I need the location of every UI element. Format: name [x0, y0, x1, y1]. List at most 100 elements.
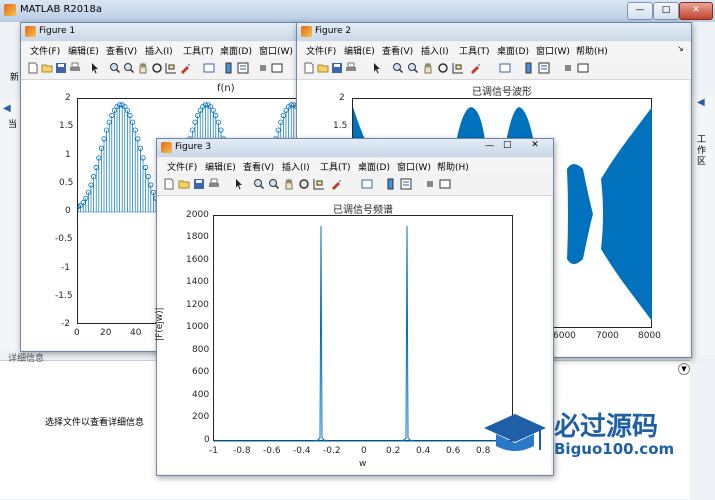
- workspace-panel-strip[interactable]: ◀ 工作区: [690, 95, 715, 355]
- menu-edit[interactable]: 编辑(E): [205, 160, 236, 173]
- dock-arrow-icon[interactable]: ↘: [677, 44, 684, 53]
- menu-window[interactable]: 窗口(W): [536, 44, 570, 57]
- data-cursor-icon[interactable]: [313, 178, 325, 190]
- save-icon[interactable]: [55, 62, 67, 74]
- menu-help[interactable]: 帮助(H): [437, 160, 469, 173]
- show-plot-tools-icon[interactable]: [271, 62, 283, 74]
- maximize-button[interactable]: □: [653, 2, 679, 20]
- x-tick: 0: [74, 328, 80, 338]
- legend-icon[interactable]: [237, 62, 249, 74]
- rotate-icon[interactable]: [151, 62, 163, 74]
- hide-plot-tools-icon[interactable]: [257, 62, 269, 74]
- pointer-icon[interactable]: [89, 62, 101, 74]
- y-tick: 1000: [186, 322, 209, 332]
- menu-file[interactable]: 文件(F): [30, 44, 60, 57]
- rotate-icon[interactable]: [298, 178, 310, 190]
- print-icon[interactable]: [345, 62, 357, 74]
- open-file-icon[interactable]: [178, 178, 190, 190]
- x-tick: -0.8: [233, 446, 251, 456]
- back-arrow-icon[interactable]: ◀: [3, 103, 11, 114]
- menu-view[interactable]: 查看(V): [243, 160, 274, 173]
- pan-icon[interactable]: [137, 62, 149, 74]
- y-tick: 200: [192, 412, 210, 422]
- link-plot-icon[interactable]: [203, 62, 215, 74]
- print-icon[interactable]: [69, 62, 81, 74]
- save-icon[interactable]: [331, 62, 343, 74]
- figure-2-title-bar: Figure 2: [297, 23, 691, 41]
- show-plot-tools-icon[interactable]: [439, 178, 451, 190]
- pointer-icon[interactable]: [371, 62, 383, 74]
- legend-icon[interactable]: [400, 178, 412, 190]
- menu-desktop[interactable]: 桌面(D): [497, 44, 529, 57]
- figure-icon: [25, 26, 36, 37]
- open-file-icon[interactable]: [41, 62, 53, 74]
- legend-icon[interactable]: [538, 62, 550, 74]
- colorbar-icon[interactable]: [223, 62, 235, 74]
- figure-3-plot[interactable]: [213, 215, 514, 442]
- x-tick: -0.2: [323, 446, 341, 456]
- figure-2-plot-title: 已调信号波形: [472, 87, 532, 98]
- menu-insert[interactable]: 插入(I): [282, 160, 310, 173]
- minimize-button[interactable]: —: [627, 2, 653, 20]
- rotate-icon[interactable]: [437, 62, 449, 74]
- menu-view[interactable]: 查看(V): [106, 44, 137, 57]
- menu-tools[interactable]: 工具(T): [320, 160, 351, 173]
- menu-tools[interactable]: 工具(T): [183, 44, 214, 57]
- y-tick: 600: [192, 367, 210, 377]
- y-tick: 1600: [186, 255, 209, 265]
- maximize-button[interactable]: □: [503, 140, 517, 152]
- link-plot-icon[interactable]: [361, 178, 373, 190]
- menu-tools[interactable]: 工具(T): [459, 44, 490, 57]
- menu-window[interactable]: 窗口(W): [397, 160, 431, 173]
- colorbar-icon[interactable]: [385, 178, 397, 190]
- y-tick: 1400: [186, 277, 209, 287]
- link-plot-icon[interactable]: [499, 62, 511, 74]
- zoom-out-icon[interactable]: [268, 178, 280, 190]
- hide-plot-tools-icon[interactable]: [424, 178, 436, 190]
- zoom-in-icon[interactable]: [392, 62, 404, 74]
- new-figure-icon[interactable]: [303, 62, 315, 74]
- pointer-icon[interactable]: [233, 178, 245, 190]
- menu-help[interactable]: 帮助(H): [576, 44, 608, 57]
- menu-edit[interactable]: 编辑(E): [344, 44, 375, 57]
- zoom-in-icon[interactable]: [109, 62, 121, 74]
- panel-options-icon[interactable]: ▼: [678, 363, 690, 375]
- menu-file[interactable]: 文件(F): [167, 160, 197, 173]
- new-figure-icon[interactable]: [163, 178, 175, 190]
- zoom-out-icon[interactable]: [407, 62, 419, 74]
- expand-arrow-icon[interactable]: ◀: [697, 97, 705, 108]
- menu-desktop[interactable]: 桌面(D): [358, 160, 390, 173]
- open-file-icon[interactable]: [317, 62, 329, 74]
- print-icon[interactable]: [208, 178, 220, 190]
- save-icon[interactable]: [193, 178, 205, 190]
- brush-icon[interactable]: [469, 62, 481, 74]
- menu-file[interactable]: 文件(F): [306, 44, 336, 57]
- data-cursor-icon[interactable]: [452, 62, 464, 74]
- colorbar-icon[interactable]: [523, 62, 535, 74]
- menu-window[interactable]: 窗口(W): [259, 44, 293, 57]
- y-tick: 800: [192, 345, 210, 355]
- pan-icon[interactable]: [422, 62, 434, 74]
- brush-icon[interactable]: [179, 62, 191, 74]
- workspace-label[interactable]: 工作区: [697, 135, 708, 168]
- zoom-in-icon[interactable]: [253, 178, 265, 190]
- menu-desktop[interactable]: 桌面(D): [220, 44, 252, 57]
- menu-insert[interactable]: 插入(I): [421, 44, 449, 57]
- close-button[interactable]: ✕: [679, 2, 713, 20]
- data-cursor-icon[interactable]: [165, 62, 177, 74]
- menu-view[interactable]: 查看(V): [382, 44, 413, 57]
- minimize-button[interactable]: —: [485, 141, 499, 153]
- hide-plot-tools-icon[interactable]: [562, 62, 574, 74]
- new-figure-icon[interactable]: [27, 62, 39, 74]
- menu-insert[interactable]: 插入(I): [145, 44, 173, 57]
- pan-icon[interactable]: [283, 178, 295, 190]
- envelope-lobe: [601, 107, 652, 321]
- show-plot-tools-icon[interactable]: [577, 62, 589, 74]
- menu-edit[interactable]: 编辑(E): [68, 44, 99, 57]
- zoom-out-icon[interactable]: [123, 62, 135, 74]
- figure-3-title-bar: Figure 3 — □ ✕: [157, 139, 553, 157]
- x-tick: 8000: [638, 331, 661, 341]
- y-tick: -1.5: [55, 291, 73, 301]
- close-button[interactable]: ✕: [523, 140, 547, 153]
- brush-icon[interactable]: [330, 178, 342, 190]
